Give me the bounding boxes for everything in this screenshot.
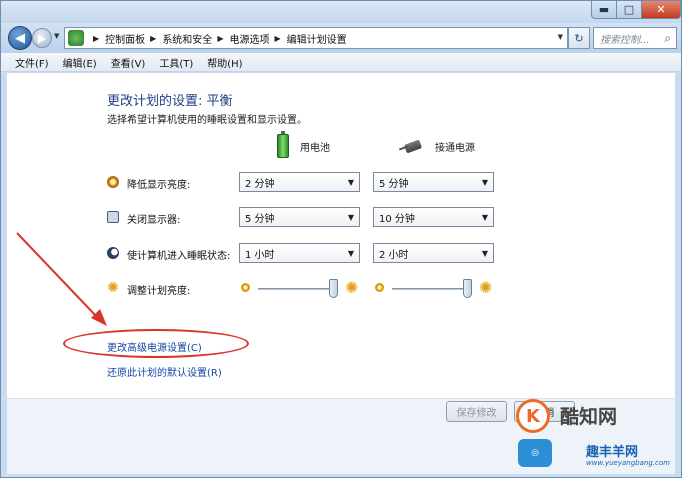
- save-changes-button[interactable]: 保存修改: [446, 401, 507, 422]
- watermark-brand-secondary: 趣丰羊网: [586, 445, 639, 460]
- watermark-logo: K: [516, 399, 550, 433]
- watermark-logo-secondary: ◎: [518, 439, 552, 467]
- watermark-brand: 酷知网: [560, 406, 618, 428]
- watermark: K 酷知网 ◎ 趣丰羊网 www.yueyangbang.com: [516, 399, 678, 475]
- watermark-url: www.yueyangbang.com: [586, 459, 670, 467]
- control-panel-window: ▬ □ ✕ ◀ ▶ ▼ ▶ 控制面板 ▶ 系统和安全 ▶ 电源选项 ▶ 编辑计划…: [0, 0, 682, 478]
